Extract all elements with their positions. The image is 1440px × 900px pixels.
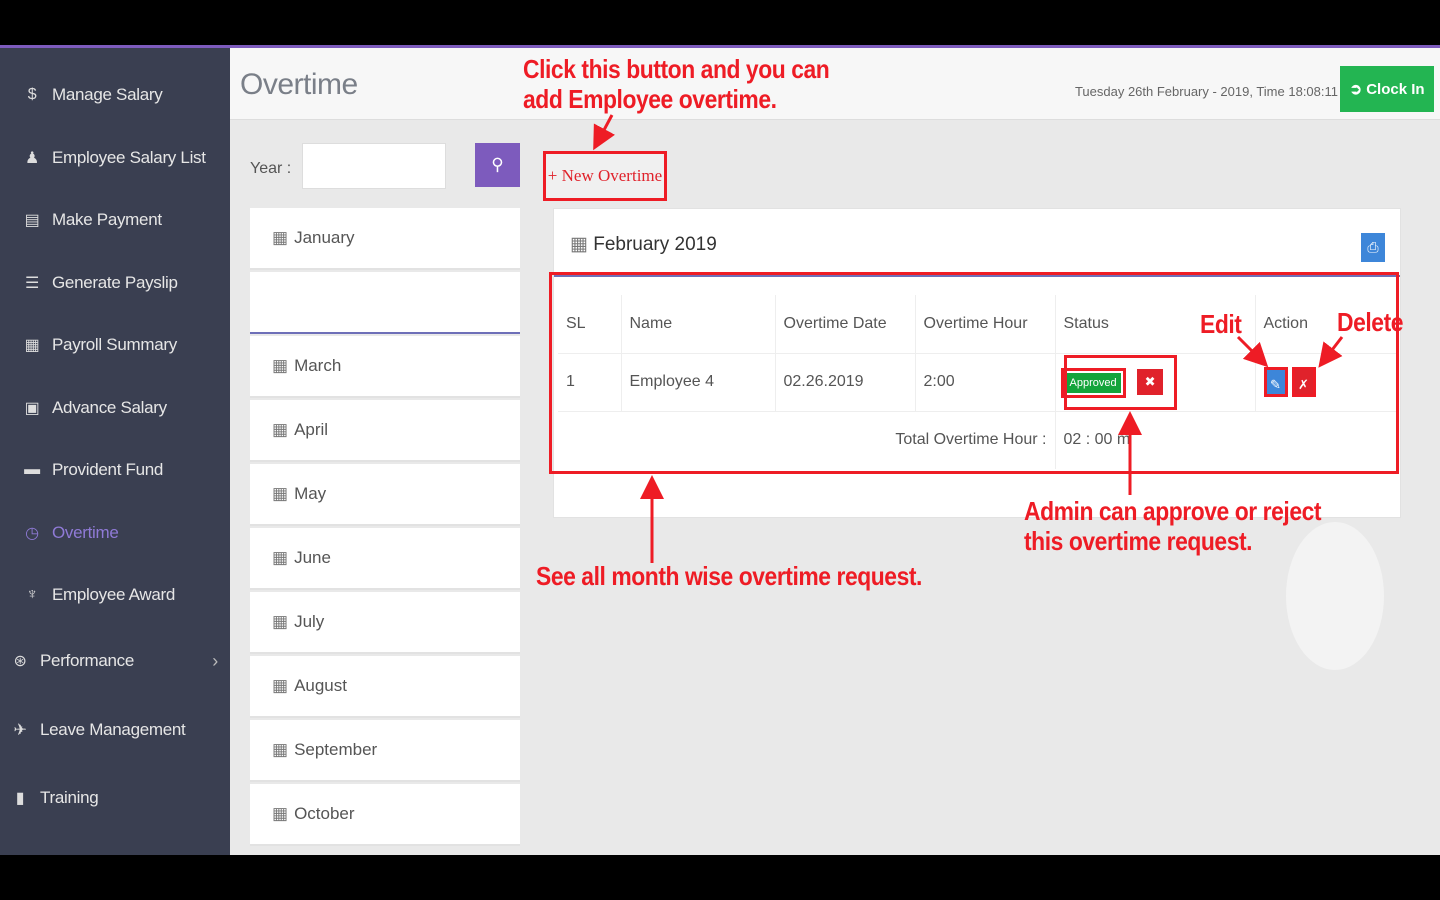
sidebar-item-label: Training <box>40 788 99 807</box>
dribbble-icon: ⊛ <box>13 653 27 670</box>
chevron-right-icon: › <box>212 651 218 671</box>
search-icon: ⚲ <box>491 155 504 174</box>
sidebar-item-label: Overtime <box>52 523 119 542</box>
list-icon: ▤ <box>24 212 40 229</box>
panel-title: ▦ February 2019 <box>570 233 717 256</box>
sidebar-item-label: Generate Payslip <box>52 273 178 292</box>
suitcase-icon: ▮ <box>15 790 25 807</box>
month-item-august[interactable]: ▦ August <box>250 656 520 718</box>
annotation-new-button: Click this button and you can add Employ… <box>523 54 830 114</box>
month-label: April <box>294 420 329 439</box>
sidebar-item-overtime[interactable]: ◷ Overtime <box>0 513 230 553</box>
calculator-icon: ▦ <box>24 337 40 354</box>
month-label: July <box>294 612 325 631</box>
sidebar-item-make-payment[interactable]: ▤ Make Payment <box>0 200 230 240</box>
sidebar-item-payroll-summary[interactable]: ▦ Payroll Summary <box>0 325 230 365</box>
calendar-icon: ▦ <box>272 612 289 631</box>
month-label: September <box>294 740 378 759</box>
sidebar-item-generate-payslip[interactable]: ☰ Generate Payslip <box>0 263 230 303</box>
month-label: October <box>294 804 355 823</box>
calendar-icon: ▦ <box>272 356 289 375</box>
sidebar-item-label: Make Payment <box>52 210 162 229</box>
annotation-table-box <box>549 272 1399 474</box>
calendar-icon: ▦ <box>272 548 289 567</box>
sidebar-item-employee-salary-list[interactable]: ♟ Employee Salary List <box>0 138 230 178</box>
annotation-approve: Admin can approve or reject this overtim… <box>1024 496 1322 556</box>
panel-header: ▦ February 2019 ⎙ <box>554 209 1400 277</box>
month-label: August <box>294 676 347 695</box>
month-list: ▦ January ▦ March ▦ April ▦ May ▦ June ▦… <box>250 208 520 855</box>
annotation-delete: Delete <box>1337 307 1404 337</box>
month-label: May <box>294 484 327 503</box>
sidebar-item-leave-management[interactable]: ✈ Leave Management <box>0 710 230 750</box>
month-item-january[interactable]: ▦ January <box>250 208 520 270</box>
list-lines-icon: ☰ <box>24 275 40 292</box>
page-title: Overtime <box>240 68 358 101</box>
clock-in-label: Clock In <box>1366 80 1425 98</box>
app-frame: $ Manage Salary ♟ Employee Salary List ▤… <box>0 45 1440 855</box>
year-input[interactable] <box>302 143 446 189</box>
month-item-october[interactable]: ▦ October <box>250 784 520 846</box>
month-item-march[interactable]: ▦ March <box>250 336 520 398</box>
plane-icon: ✈ <box>13 722 27 739</box>
top-accent-line <box>0 45 1440 48</box>
sidebar-item-provident-fund[interactable]: ▬ Provident Fund <box>0 450 230 490</box>
calendar-icon: ▦ <box>272 740 289 759</box>
sidebar-item-manage-salary[interactable]: $ Manage Salary <box>0 75 230 115</box>
month-item-july[interactable]: ▦ July <box>250 592 520 654</box>
sidebar-item-training[interactable]: ▮ Training <box>0 778 230 818</box>
panel-title-text: February 2019 <box>593 234 717 255</box>
dollar-icon: $ <box>27 86 37 103</box>
sidebar-item-label: Employee Award <box>52 585 176 604</box>
month-label: June <box>294 548 331 567</box>
month-item-september[interactable]: ▦ September <box>250 720 520 782</box>
user-icon: ♟ <box>24 150 40 167</box>
page-header: Overtime Tuesday 26th February - 2019, T… <box>230 48 1440 120</box>
calendar-icon: ▦ <box>272 420 289 439</box>
clock-in-button[interactable]: ➲ Clock In <box>1340 66 1434 112</box>
month-item-april[interactable]: ▦ April <box>250 400 520 462</box>
sidebar-item-label: Manage Salary <box>52 85 163 104</box>
sidebar-item-label: Payroll Summary <box>52 335 177 354</box>
money-icon: ▣ <box>24 400 40 417</box>
clock-icon: ◷ <box>25 525 39 542</box>
annotation-edit: Edit <box>1200 309 1242 339</box>
file-pdf-icon: ⎙ <box>1367 239 1379 255</box>
sign-in-icon: ➲ <box>1349 81 1367 98</box>
pdf-export-button[interactable]: ⎙ <box>1361 233 1385 262</box>
sidebar-item-performance[interactable]: ⊛ Performance › <box>0 641 230 681</box>
sidebar-item-label: Provident Fund <box>52 460 164 479</box>
year-label: Year : <box>250 160 292 177</box>
new-overtime-button[interactable]: + New Overtime <box>543 151 667 201</box>
annotation-month-wise: See all month wise overtime request. <box>536 561 922 591</box>
month-label: January <box>294 228 355 247</box>
calendar-icon: ▦ <box>272 676 289 695</box>
annotation-status-box <box>1064 355 1177 410</box>
calendar-icon: ▦ <box>272 484 289 503</box>
sidebar-item-employee-award[interactable]: ♆ Employee Award <box>0 575 230 615</box>
calendar-icon: ▦ <box>272 804 289 823</box>
briefcase-icon: ▬ <box>24 461 40 478</box>
sidebar-item-label: Employee Salary List <box>52 148 206 167</box>
month-item-june[interactable]: ▦ June <box>250 528 520 590</box>
sidebar-item-label: Leave Management <box>40 720 186 739</box>
sidebar-item-label: Performance <box>40 651 135 670</box>
sidebar-item-label: Advance Salary <box>52 398 167 417</box>
trophy-icon: ♆ <box>26 586 38 603</box>
calendar-icon: ▦ <box>272 228 289 247</box>
sidebar-item-advance-salary[interactable]: ▣ Advance Salary <box>0 388 230 428</box>
calendar-icon: ▦ <box>570 234 588 255</box>
search-button[interactable]: ⚲ <box>475 143 520 187</box>
sidebar: $ Manage Salary ♟ Employee Salary List ▤… <box>0 45 230 855</box>
datetime-display: Tuesday 26th February - 2019, Time 18:08… <box>1074 84 1338 99</box>
month-item-may[interactable]: ▦ May <box>250 464 520 526</box>
month-item-february[interactable] <box>250 272 520 334</box>
month-label: March <box>294 356 342 375</box>
